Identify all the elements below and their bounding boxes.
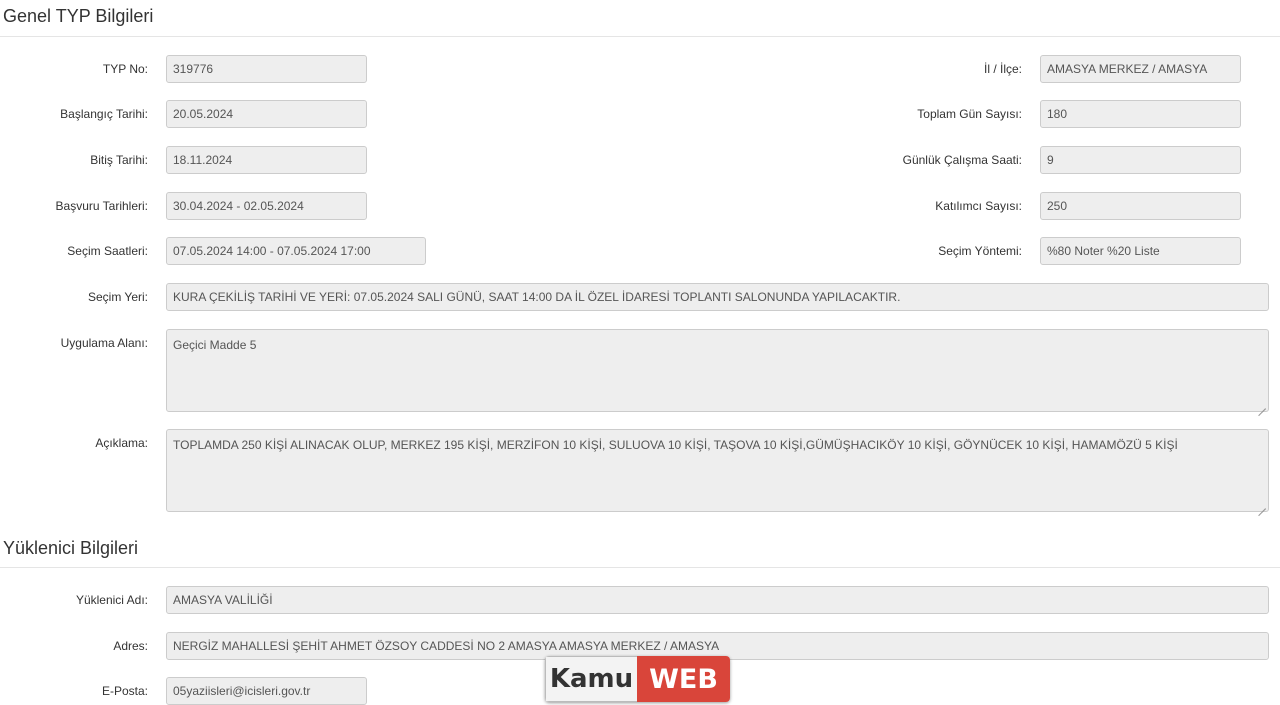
typ-no-field[interactable]: 319776 (166, 55, 367, 83)
selection-hours-label: Seçim Saatleri: (67, 244, 148, 258)
end-date-label: Bitiş Tarihi: (90, 153, 148, 167)
kamuweb-logo: Kamu WEB (545, 656, 730, 702)
total-days-label: Toplam Gün Sayısı: (917, 107, 1022, 121)
section-divider (0, 36, 1280, 37)
start-date-label: Başlangıç Tarihi: (60, 107, 148, 121)
application-area-text: Geçici Madde 5 (173, 338, 257, 352)
total-days-field[interactable]: 180 (1040, 100, 1241, 128)
resize-handle-icon[interactable] (1258, 501, 1266, 509)
section-title-contractor: Yüklenici Bilgileri (3, 538, 139, 558)
description-text: TOPLAMDA 250 KİŞİ ALINACAK OLUP, MERKEZ … (173, 438, 1178, 452)
application-dates-label: Başvuru Tarihleri: (55, 199, 148, 213)
application-area-textarea[interactable]: Geçici Madde 5 (166, 329, 1269, 412)
address-label: Adres: (113, 639, 148, 653)
contractor-name-field[interactable]: AMASYA VALİLİĞİ (166, 586, 1269, 614)
daily-hours-field[interactable]: 9 (1040, 146, 1241, 174)
email-label: E-Posta: (101, 684, 148, 698)
section-divider (0, 567, 1280, 568)
il-ilce-field[interactable]: AMASYA MERKEZ / AMASYA (1040, 55, 1241, 83)
typ-no-label: TYP No: (102, 62, 148, 76)
contractor-name-label: Yüklenici Adı: (75, 593, 148, 607)
email-field[interactable]: 05yaziisleri@icisleri.gov.tr (166, 677, 367, 705)
application-area-label: Uygulama Alanı: (60, 336, 148, 350)
selection-method-label: Seçim Yöntemi: (938, 244, 1022, 258)
il-ilce-label: İl / İlçe: (983, 62, 1022, 76)
daily-hours-label: Günlük Çalışma Saati: (902, 153, 1022, 167)
logo-web-text: WEB (637, 656, 730, 702)
description-label: Açıklama: (95, 436, 148, 450)
selection-hours-field[interactable]: 07.05.2024 14:00 - 07.05.2024 17:00 (166, 237, 426, 265)
end-date-field[interactable]: 18.11.2024 (166, 146, 367, 174)
start-date-field[interactable]: 20.05.2024 (166, 100, 367, 128)
selection-method-field[interactable]: %80 Noter %20 Liste (1040, 237, 1241, 265)
participant-count-label: Katılımcı Sayısı: (935, 199, 1022, 213)
description-textarea[interactable]: TOPLAMDA 250 KİŞİ ALINACAK OLUP, MERKEZ … (166, 429, 1269, 512)
section-title-general: Genel TYP Bilgileri (3, 6, 154, 26)
selection-place-label: Seçim Yeri: (87, 290, 148, 304)
resize-handle-icon[interactable] (1258, 401, 1266, 409)
application-dates-field[interactable]: 30.04.2024 - 02.05.2024 (166, 192, 367, 220)
selection-place-field[interactable]: KURA ÇEKİLİŞ TARİHİ VE YERİ: 07.05.2024 … (166, 283, 1269, 311)
participant-count-field[interactable]: 250 (1040, 192, 1241, 220)
logo-kamu-text: Kamu (545, 656, 637, 702)
